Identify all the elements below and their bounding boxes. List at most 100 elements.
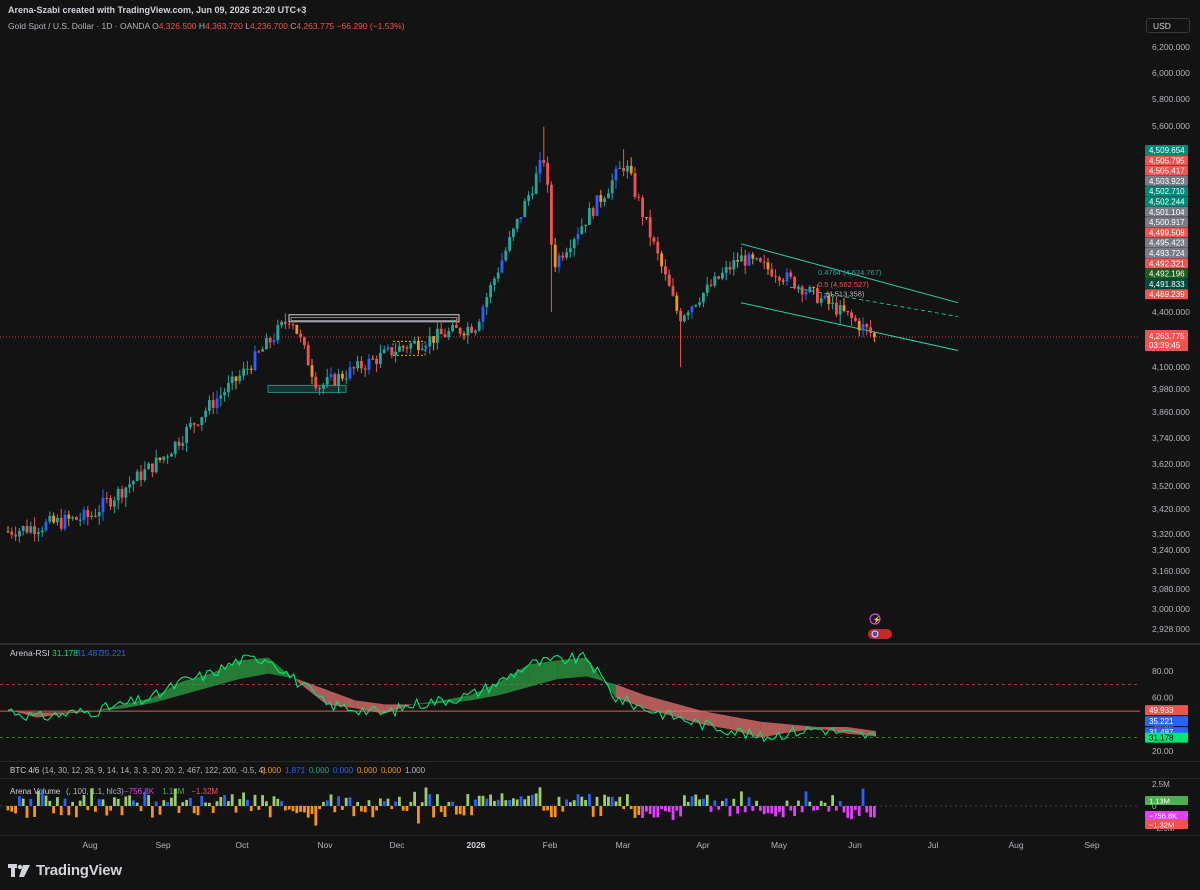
volume-level-text: −1.32M [1149, 821, 1174, 830]
symbol-label[interactable]: Gold Spot / U.S. Dollar · 1D · OANDA [8, 21, 150, 31]
candle-body [591, 208, 595, 216]
price-tick-label: 6,000.000 [1152, 68, 1190, 78]
candle-body [766, 262, 770, 270]
candle-body [257, 351, 261, 353]
candle-body [329, 374, 333, 378]
candle-body [424, 346, 428, 349]
candle-body [21, 526, 25, 531]
candle-body [90, 515, 93, 517]
price-tick-label: 3,620.000 [1152, 459, 1190, 469]
tradingview-logo[interactable]: TradingView [8, 862, 122, 879]
btc-value: 0.000 [357, 766, 378, 775]
currency-button[interactable]: USD [1146, 18, 1190, 33]
candle-body [610, 180, 614, 194]
candle-body [363, 368, 367, 370]
candle-body [246, 368, 249, 370]
candle-body [736, 260, 739, 262]
volume-bar [394, 801, 397, 806]
rsi-fill [847, 727, 876, 737]
chart-svg[interactable]: 0.4764 (4,624.767) 0.5 (4,562.527)(4,513.… [0, 0, 1200, 890]
volume-bar [113, 797, 116, 806]
us-flag-icon-center [872, 631, 878, 637]
candle-body [135, 471, 139, 482]
volume-bar [109, 806, 112, 811]
candle-body [439, 328, 443, 335]
candle-body [686, 312, 690, 316]
volume-bar [52, 806, 55, 814]
candle-body [683, 315, 686, 322]
candle-body [56, 517, 59, 523]
volume-bar [234, 806, 238, 813]
candle-body [808, 287, 812, 292]
volume-bar [481, 795, 485, 806]
rsi-fill [297, 679, 327, 705]
candle-body [101, 497, 105, 513]
candle-body [166, 456, 169, 458]
candle-body [230, 376, 234, 384]
volume-bar [18, 796, 21, 806]
btc-value: 2.000 [261, 766, 282, 775]
candle-body [249, 368, 253, 371]
rsi-value: 31.178 [52, 648, 78, 658]
volume-bar [105, 806, 109, 816]
volume-value: 1.13M [162, 787, 185, 796]
candle-body [755, 258, 758, 260]
volume-bar [196, 806, 200, 816]
candle-body [618, 167, 622, 169]
volume-bar [325, 800, 329, 806]
candle-body [432, 336, 435, 343]
channel-mid-line [789, 286, 959, 317]
candle-body [557, 255, 561, 268]
candle-body [204, 410, 207, 418]
candle-body [774, 276, 777, 278]
candle-body [291, 324, 295, 326]
candle-body [477, 321, 481, 331]
candle-body [789, 272, 793, 277]
volume-bar [523, 799, 527, 806]
candle-body [474, 330, 477, 333]
volume-bar [762, 806, 766, 815]
candle-body [132, 481, 135, 485]
volume-bar [143, 791, 147, 806]
btc-value: 1.000 [405, 766, 426, 775]
volume-bar [280, 801, 283, 806]
candle-body [831, 302, 834, 304]
volume-value: −756.8K [124, 787, 155, 796]
volume-bar [496, 799, 500, 806]
candle-body [759, 258, 762, 262]
candle-body [443, 334, 447, 338]
volume-bar [253, 794, 257, 806]
volume-bar [607, 796, 610, 806]
time-tick-label: 2026 [467, 840, 486, 850]
candle-body [857, 320, 861, 331]
candle-body [534, 173, 538, 194]
volume-bar [189, 797, 192, 806]
candle-body [667, 274, 671, 287]
volume-bar [861, 788, 865, 806]
candle-body [116, 489, 120, 501]
volume-bar [185, 799, 188, 806]
time-tick-label: Sep [155, 840, 170, 850]
lightning-icon-glyph: ⚡ [873, 615, 882, 624]
volume-bar [215, 801, 219, 806]
volume-bar [37, 791, 40, 806]
pane-separator [0, 778, 1200, 779]
author-text: Arena-Szabi created with TradingView.com… [8, 5, 307, 15]
candle-body [728, 266, 732, 270]
volume-bar [238, 799, 242, 806]
candle-body [40, 530, 44, 533]
candle-body [177, 441, 181, 446]
volume-value: −1.32M [191, 787, 218, 796]
volume-bar [766, 806, 770, 814]
time-tick-label: Oct [235, 840, 249, 850]
volume-bar [242, 792, 245, 806]
candle-body [550, 184, 553, 245]
candle-body [375, 358, 378, 365]
volume-bar [208, 802, 211, 806]
order-block-box [290, 317, 458, 321]
volume-bar [360, 806, 363, 812]
volume-bar [709, 806, 713, 812]
candle-body [192, 423, 196, 425]
volume-bar [698, 799, 701, 806]
volume-bar [428, 794, 432, 806]
